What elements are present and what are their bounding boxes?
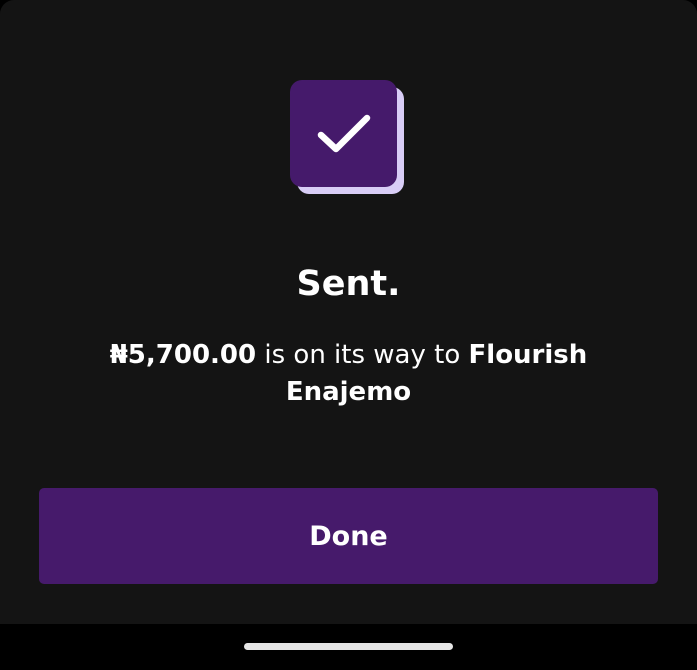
success-badge xyxy=(290,80,404,194)
system-nav-bar xyxy=(0,624,697,670)
success-badge-box xyxy=(290,80,397,187)
home-indicator[interactable] xyxy=(244,643,453,650)
checkmark-icon xyxy=(317,114,370,152)
done-button[interactable]: Done xyxy=(39,488,658,584)
transfer-amount: ₦5,700.00 xyxy=(109,340,257,370)
transfer-success-sheet: Sent. ₦5,700.00 is on its way to Flouris… xyxy=(0,0,697,624)
success-message: ₦5,700.00 is on its way to Flourish Enaj… xyxy=(80,337,617,411)
message-connector: is on its way to xyxy=(256,340,469,370)
success-title: Sent. xyxy=(296,264,401,304)
